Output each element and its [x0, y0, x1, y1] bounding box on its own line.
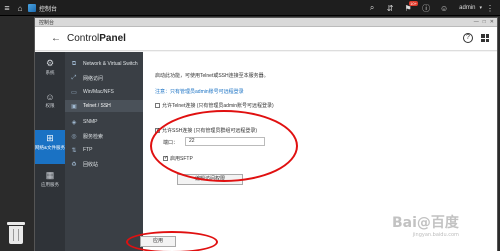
- network-access-icon: ⤢: [71, 74, 77, 81]
- username[interactable]: admin: [459, 5, 475, 11]
- snmp-icon: ◈: [71, 119, 77, 126]
- taskbar-app-title: 控制台: [39, 6, 58, 13]
- recycle-icon: ♻: [71, 161, 77, 168]
- help-icon[interactable]: ?: [463, 33, 473, 43]
- page-title: ControlPanel: [67, 33, 126, 44]
- apply-button[interactable]: 应用: [140, 236, 176, 247]
- control-panel-header: ← ControlPanel ?: [35, 27, 497, 51]
- network-icon[interactable]: ⇵: [381, 4, 399, 13]
- desktop-strip: [0, 16, 34, 251]
- back-arrow-icon[interactable]: ←: [51, 33, 61, 44]
- category-network-file-services[interactable]: ⊞ 网络&文件服务: [35, 130, 65, 164]
- telnet-option[interactable]: 允许Telnet连接 (只有管理员admin账号可远程登录): [155, 102, 274, 109]
- sub-item-win-mac-nfs[interactable]: ▭ Win/Mac/NFS: [65, 86, 143, 98]
- network-switch-icon: ⧉: [71, 60, 77, 67]
- window-title: 控制台: [39, 20, 55, 26]
- port-label: 端口：: [163, 140, 179, 146]
- watermark-logo: Bai@百度 jingyan.baidu.com: [392, 215, 459, 238]
- ftp-icon: ⇅: [71, 147, 77, 154]
- sub-item-ftp[interactable]: ⇅ FTP: [65, 144, 143, 156]
- network-service-icon: ⊞: [46, 133, 54, 143]
- grid-icon[interactable]: [481, 34, 489, 42]
- window-titlebar[interactable]: 控制台 — □ ✕: [35, 18, 497, 27]
- sub-item-recycle-bin[interactable]: ♻ 回收站: [65, 158, 143, 170]
- apps-icon: ▦: [45, 170, 55, 180]
- category-system[interactable]: ⚙ 系统: [35, 58, 65, 84]
- terminal-icon: ▣: [71, 103, 77, 110]
- trash-icon[interactable]: [6, 222, 26, 244]
- sub-item-network-switch[interactable]: ⧉ Network & Virtual Switch: [65, 58, 143, 70]
- close-icon[interactable]: ✕: [490, 19, 494, 25]
- note-text: 注意：只有管理员admin账号可远程登录: [155, 89, 244, 95]
- sub-item-service-discovery[interactable]: ◎ 服务检索: [65, 130, 143, 142]
- sftp-option[interactable]: 启用SFTP: [163, 155, 193, 162]
- sub-item-telnet-ssh[interactable]: ▣ Telnet / SSH: [65, 100, 143, 112]
- sub-nav: ⧉ Network & Virtual Switch ⤢ 网络访问 ▭ Win/Mac…: [65, 52, 143, 251]
- folder-share-icon: ▭: [71, 89, 77, 96]
- category-app-services[interactable]: ▦ 应用服务: [35, 170, 65, 196]
- control-panel-icon: [28, 4, 36, 12]
- gear-icon: ⚙: [45, 58, 55, 68]
- ssh-option[interactable]: 允许SSH连接 (只有管理员群组可远程登录): [155, 127, 257, 134]
- home-icon[interactable]: ⌂: [14, 0, 26, 16]
- chevron-down-icon[interactable]: ▾: [479, 5, 482, 11]
- minimize-icon[interactable]: —: [474, 19, 479, 25]
- maximize-icon[interactable]: □: [483, 19, 486, 25]
- user-icon: ☺: [45, 92, 55, 102]
- sub-item-network-access[interactable]: ⤢ 网络访问: [65, 72, 143, 84]
- service-discovery-icon: ◎: [71, 133, 77, 140]
- edit-access-button[interactable]: 编辑访问权限: [177, 174, 243, 185]
- sub-item-snmp[interactable]: ◈ SNMP: [65, 116, 143, 128]
- taskbar-app-tab[interactable]: 控制台: [28, 2, 57, 14]
- ssh-checkbox[interactable]: [155, 127, 160, 134]
- user-icon[interactable]: ☺: [435, 4, 453, 13]
- notification-icon[interactable]: ⚑ 10+: [399, 0, 418, 13]
- category-nav: ⚙ 系统 ☺ 权限 ⊞ 网络&文件服务 ▦ 应用服务: [35, 52, 65, 251]
- sftp-checkbox[interactable]: [163, 155, 168, 162]
- info-icon[interactable]: ⓘ: [417, 3, 435, 14]
- port-input[interactable]: 22: [185, 137, 265, 146]
- intro-text: 启动此功能，可使用Telnet或SSH连接至本服务器。: [155, 73, 269, 79]
- telnet-checkbox[interactable]: [155, 103, 160, 109]
- menu-icon[interactable]: ≡: [0, 0, 14, 16]
- more-icon[interactable]: ⋮: [486, 4, 494, 13]
- taskbar: ≡ ⌂ 控制台 ⌕ ⇵ ⚑ 10+ ⓘ ☺ admin ▾ ⋮: [0, 0, 500, 16]
- search-icon[interactable]: ⌕: [363, 3, 381, 13]
- category-privilege[interactable]: ☺ 权限: [35, 92, 65, 118]
